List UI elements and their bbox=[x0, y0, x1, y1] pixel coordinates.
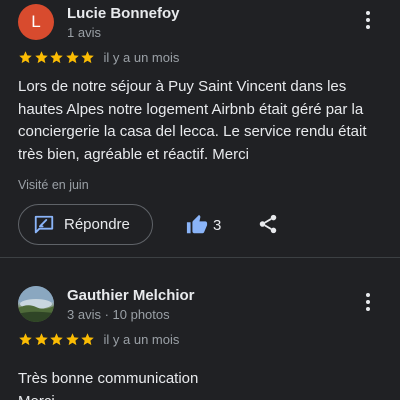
share-icon[interactable] bbox=[257, 213, 279, 235]
landscape-photo-icon bbox=[18, 286, 54, 322]
review-header: L Lucie Bonnefoy 1 avis bbox=[0, 0, 400, 44]
author-meta: 3 avis · 10 photos bbox=[67, 307, 170, 322]
star-icon bbox=[81, 50, 94, 63]
review-header: Gauthier Melchior 3 avis · 10 photos bbox=[0, 276, 400, 326]
like-button[interactable]: 3 bbox=[186, 214, 221, 236]
review-text: Très bonne communication Merci bbox=[18, 370, 199, 400]
star-icon bbox=[50, 332, 63, 345]
review-time: il y a un mois bbox=[103, 331, 180, 347]
author-meta: 1 avis bbox=[67, 25, 101, 40]
review-time: il y a un mois bbox=[103, 49, 180, 65]
review-card: L Lucie Bonnefoy 1 avis il y a un mois L… bbox=[0, 0, 400, 258]
more-options-icon[interactable] bbox=[358, 290, 378, 314]
star-icon bbox=[81, 332, 94, 345]
star-icon bbox=[50, 50, 63, 63]
thumbs-up-icon bbox=[186, 214, 208, 234]
review-card: Gauthier Melchior 3 avis · 10 photos il … bbox=[0, 276, 400, 400]
star-icon bbox=[65, 332, 79, 345]
visited-date: Visité en juin bbox=[18, 178, 89, 192]
rating-row: il y a un mois bbox=[18, 330, 179, 348]
divider bbox=[0, 257, 400, 258]
star-icon bbox=[34, 50, 48, 63]
author-name[interactable]: Lucie Bonnefoy bbox=[67, 5, 180, 22]
star-icon bbox=[19, 332, 32, 345]
star-icon bbox=[65, 50, 79, 63]
rating-row: il y a un mois bbox=[18, 48, 179, 66]
review-text: Lors de notre séjour à Puy Saint Vincent… bbox=[18, 78, 367, 163]
more-options-icon[interactable] bbox=[358, 8, 378, 32]
star-icon bbox=[34, 332, 48, 345]
avatar[interactable]: L bbox=[18, 4, 54, 40]
star-icon bbox=[19, 50, 32, 63]
author-name[interactable]: Gauthier Melchior bbox=[67, 287, 195, 304]
reply-button[interactable]: Répondre bbox=[18, 204, 153, 245]
avatar[interactable] bbox=[18, 286, 54, 322]
reply-icon bbox=[34, 215, 54, 233]
reply-label: Répondre bbox=[64, 216, 130, 233]
like-count: 3 bbox=[213, 216, 222, 234]
